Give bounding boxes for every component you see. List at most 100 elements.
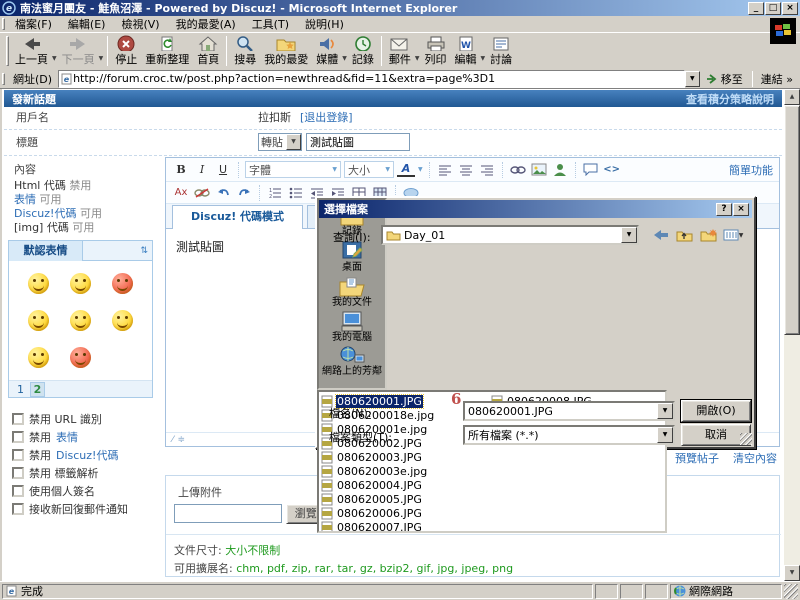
checkbox[interactable]: [12, 503, 24, 515]
file-item[interactable]: 080620005.JPG: [321, 492, 491, 506]
dialog-titlebar[interactable]: 選擇檔案 ? ×: [319, 200, 752, 218]
smiley-page-2[interactable]: 2: [30, 382, 45, 397]
forward-dropdown-caret-icon[interactable]: ▼: [99, 55, 104, 62]
discuss-button[interactable]: 討論: [486, 34, 516, 68]
file-item[interactable]: 080620003e.jpg: [321, 464, 491, 478]
address-dropdown-button[interactable]: ▼: [685, 71, 700, 87]
insert-image-icon[interactable]: [530, 161, 548, 179]
quote-icon[interactable]: [582, 161, 600, 179]
font-color-button[interactable]: A: [397, 162, 415, 177]
dialog-resize-grip[interactable]: [740, 433, 752, 445]
look-in-select[interactable]: Day_01 ▼: [381, 225, 639, 245]
checkbox[interactable]: [12, 467, 24, 479]
menu-favorites[interactable]: 我的最愛(A): [168, 14, 244, 34]
dialog-help-button[interactable]: ?: [716, 203, 732, 216]
favorites-button[interactable]: 我的最愛: [260, 34, 312, 68]
editor-toggle-icon[interactable]: ≑: [178, 435, 186, 445]
redo-icon[interactable]: [235, 184, 253, 202]
menubar-grip-handle[interactable]: [2, 18, 5, 30]
filetype-combo[interactable]: 所有檔案 (*.*) ▼: [463, 425, 675, 445]
back-dropdown-caret-icon[interactable]: ▼: [52, 55, 57, 62]
remove-format-button[interactable]: Ax: [172, 184, 190, 202]
home-button[interactable]: 首頁: [193, 34, 223, 68]
address-input[interactable]: e http://forum.croc.tw/post.php?action=n…: [58, 70, 685, 88]
bullet-list-icon[interactable]: [287, 184, 305, 202]
subject-type-select[interactable]: 轉貼 ▼: [258, 133, 302, 151]
scroll-up-button[interactable]: ▲: [784, 89, 800, 105]
smiley-shy-icon[interactable]: [112, 310, 133, 331]
checkbox[interactable]: [12, 413, 24, 425]
smiley-page-1[interactable]: 1: [13, 383, 28, 396]
go-button[interactable]: 移至: [700, 71, 749, 87]
media-button[interactable]: 媒體: [312, 34, 342, 68]
open-button[interactable]: 開啟(O): [681, 400, 751, 422]
minimize-button[interactable]: _: [748, 2, 764, 15]
unlink-icon[interactable]: [193, 184, 211, 202]
restore-button[interactable]: □: [765, 2, 781, 15]
align-right-button[interactable]: [478, 161, 496, 179]
edit-dropdown-caret-icon[interactable]: ▼: [481, 55, 486, 62]
view-menu-icon[interactable]: ▼: [721, 224, 745, 246]
smiley-laugh-icon[interactable]: [28, 273, 49, 294]
menu-tools[interactable]: 工具(T): [244, 14, 297, 34]
scroll-down-button[interactable]: ▼: [784, 565, 800, 581]
smiley-tab-default[interactable]: 默認表情: [9, 241, 83, 261]
italic-button[interactable]: I: [193, 161, 211, 179]
smiley-rage-icon[interactable]: [70, 347, 91, 368]
toolbar-grip-handle[interactable]: [6, 36, 9, 66]
file-item[interactable]: 080620006.JPG: [321, 506, 491, 520]
file-item[interactable]: 080620003.JPG: [321, 450, 491, 464]
smiley-surprised-icon[interactable]: [28, 310, 49, 331]
place-network[interactable]: 網路上的芳鄰: [322, 346, 382, 377]
insert-link-icon[interactable]: [509, 161, 527, 179]
close-button[interactable]: ×: [782, 2, 798, 15]
font-family-select[interactable]: 字體▼: [245, 161, 341, 178]
smiley-sort-icon[interactable]: ⇅: [140, 246, 152, 256]
filename-combo[interactable]: 080620001.JPG ▼: [463, 401, 675, 421]
history-button[interactable]: 記錄: [348, 34, 378, 68]
color-caret-icon[interactable]: ▼: [418, 166, 423, 173]
logout-link[interactable]: [退出登錄]: [300, 107, 353, 129]
refresh-button[interactable]: 重新整理: [141, 34, 193, 68]
menu-edit[interactable]: 編輯(E): [60, 14, 114, 34]
menu-help[interactable]: 說明(H): [297, 14, 352, 34]
align-left-button[interactable]: [436, 161, 454, 179]
print-button[interactable]: 列印: [421, 34, 451, 68]
tab-discuz-code-mode[interactable]: Discuz! 代碼模式: [172, 205, 303, 229]
clear-content-link[interactable]: 清空內容: [733, 450, 777, 466]
smiley-smile-icon[interactable]: [70, 310, 91, 331]
undo-icon[interactable]: [214, 184, 232, 202]
smiley-tongue-icon[interactable]: [28, 347, 49, 368]
filename-caret-icon[interactable]: ▼: [657, 403, 673, 419]
editor-resize-icon[interactable]: ⁄: [172, 435, 174, 445]
menu-file[interactable]: 檔案(F): [7, 14, 60, 34]
edit-button[interactable]: W 編輯: [451, 34, 481, 68]
code-icon[interactable]: <>: [603, 161, 621, 179]
links-button[interactable]: 連結 »: [756, 71, 798, 87]
dialog-close-button[interactable]: ×: [733, 203, 749, 216]
simple-mode-link[interactable]: 簡單功能: [729, 162, 773, 178]
font-size-select[interactable]: 大小▼: [344, 161, 394, 178]
look-in-caret-icon[interactable]: ▼: [621, 227, 637, 243]
mail-dropdown-caret-icon[interactable]: ▼: [415, 55, 420, 62]
back-button[interactable]: 上一頁: [11, 34, 52, 68]
media-dropdown-caret-icon[interactable]: ▼: [342, 55, 347, 62]
place-my-documents[interactable]: 我的文件: [332, 276, 372, 308]
mail-button[interactable]: 郵件: [385, 34, 415, 68]
preview-post-link[interactable]: 預覽帖子: [675, 450, 719, 466]
window-resize-grip[interactable]: [784, 584, 798, 599]
smiley-fierce-icon[interactable]: [112, 273, 133, 294]
ordered-list-icon[interactable]: 12: [266, 184, 284, 202]
smiley-cry-icon[interactable]: [70, 273, 91, 294]
new-folder-icon[interactable]: [697, 224, 721, 246]
align-center-button[interactable]: [457, 161, 475, 179]
attachment-file-input[interactable]: [174, 504, 282, 523]
filetype-caret-icon[interactable]: ▼: [657, 427, 673, 443]
underline-button[interactable]: U: [214, 161, 232, 179]
place-my-computer[interactable]: 我的電腦: [332, 311, 372, 343]
subject-input[interactable]: [306, 133, 410, 151]
menu-view[interactable]: 檢視(V): [113, 14, 167, 34]
select-caret-icon[interactable]: ▼: [286, 134, 301, 150]
up-one-level-icon[interactable]: [673, 224, 697, 246]
credit-policy-link[interactable]: 查看積分策略說明: [686, 91, 774, 107]
